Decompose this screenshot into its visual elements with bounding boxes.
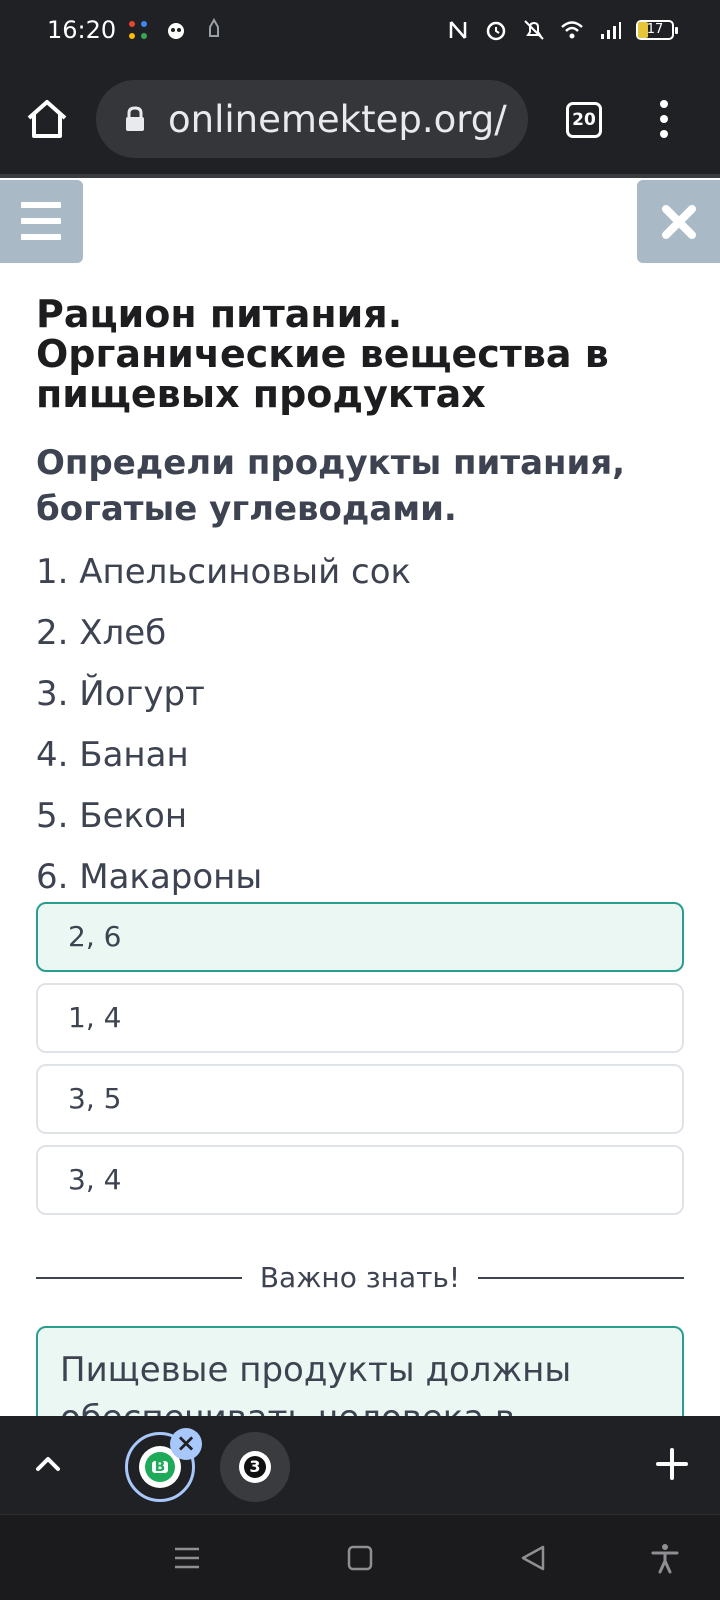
mute-icon — [524, 20, 544, 40]
list-item: 2. Хлеб — [36, 613, 167, 653]
question-text: Определи продукты питания, богатые углев… — [36, 443, 626, 529]
answer-option[interactable]: 1, 4 — [36, 983, 684, 1053]
google-lens-icon — [129, 21, 147, 39]
nav-back-icon[interactable] — [517, 1542, 549, 1574]
tab-strip: B × 3 — [0, 1416, 720, 1514]
answer-option[interactable]: 3, 4 — [36, 1145, 684, 1215]
close-glyph — [662, 205, 696, 239]
nav-menu-icon[interactable] — [171, 1542, 203, 1574]
answer-options: 2, 6 1, 4 3, 5 3, 4 — [36, 902, 684, 1226]
lock-icon[interactable] — [124, 106, 146, 132]
plus-icon[interactable] — [654, 1446, 690, 1482]
system-nav-bar — [0, 1514, 720, 1600]
nfc-icon — [449, 21, 467, 39]
toolbar-divider — [0, 174, 720, 178]
inactive-tab-thumbnail[interactable]: 3 — [220, 1432, 290, 1502]
page-title: Рацион питания. Органические вещества в … — [36, 292, 609, 416]
nav-home-icon[interactable] — [344, 1542, 376, 1574]
url-text[interactable]: onlinemektep.org/ — [168, 98, 507, 141]
alarm-icon — [486, 21, 506, 41]
hamburger-icon[interactable] — [0, 180, 83, 263]
chevron-up-icon[interactable] — [30, 1446, 66, 1482]
food-list: 1. Апельсиновый сок 2. Хлеб 3. Йогурт 4.… — [36, 546, 676, 912]
status-system-icons: 17 — [446, 18, 678, 42]
status-bar: 16:20 17 — [0, 0, 720, 64]
list-item: 1. Апельсиновый сок — [36, 552, 412, 592]
battery-icon: 17 — [636, 20, 678, 40]
status-time: 16:20 — [47, 16, 117, 44]
inactive-tab-glyph: 3 — [249, 1457, 261, 1476]
tab-switcher-button[interactable]: 20 — [566, 102, 602, 138]
list-item: 5. Бекон — [36, 796, 188, 836]
home-icon[interactable] — [24, 96, 70, 142]
paw-app-icon — [168, 23, 184, 39]
wifi-icon — [561, 21, 583, 39]
rocket-app-icon — [209, 18, 219, 37]
address-bar[interactable]: onlinemektep.org/ — [96, 80, 528, 158]
battery-level: 17 — [646, 22, 664, 37]
browser-toolbar: onlinemektep.org/ 20 — [0, 64, 720, 174]
list-item: 4. Банан — [36, 735, 189, 775]
accessibility-icon[interactable] — [649, 1542, 681, 1574]
tab-close-icon[interactable]: × — [170, 1428, 202, 1460]
list-item: 3. Йогурт — [36, 674, 205, 714]
answer-option[interactable]: 3, 5 — [36, 1064, 684, 1134]
more-vert-icon[interactable] — [650, 98, 678, 140]
status-notification-icons — [126, 18, 226, 42]
close-icon[interactable] — [637, 180, 720, 263]
answer-option-selected[interactable]: 2, 6 — [36, 902, 684, 972]
important-divider: Важно знать! — [36, 1258, 684, 1298]
signal-icon — [601, 22, 621, 39]
divider-label: Важно знать! — [241, 1261, 479, 1294]
